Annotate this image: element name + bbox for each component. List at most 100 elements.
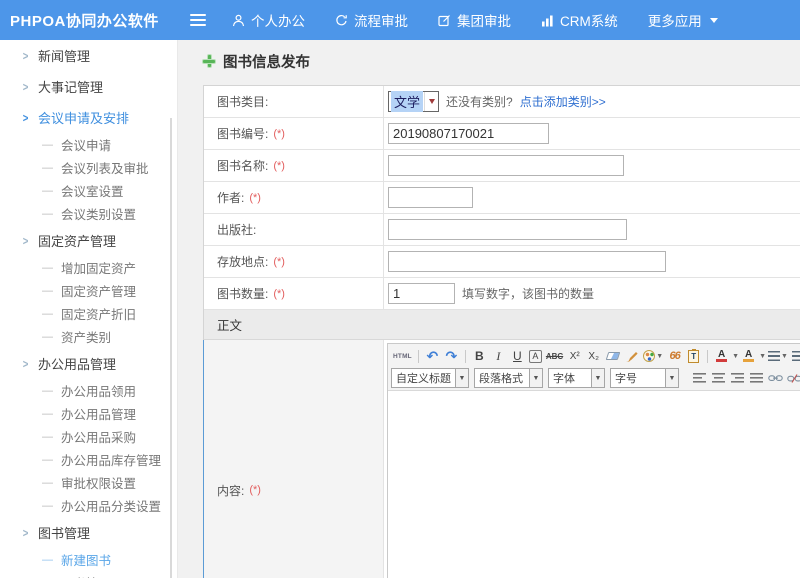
- align-left-button[interactable]: [690, 368, 709, 388]
- font-style-button[interactable]: A: [529, 350, 542, 363]
- main-content: 图书信息发布 图书类目: 文学 还没有类别? 点击添加类别>> 图书编号:(*)…: [178, 40, 800, 578]
- sidebar-item-meeting-category[interactable]: —会议类别设置: [0, 202, 177, 225]
- align-justify-button[interactable]: [747, 368, 766, 388]
- required-mark: (*): [249, 192, 261, 204]
- sidebar-item-asset-category[interactable]: —资产类别: [0, 325, 177, 348]
- superscript-button[interactable]: X²: [565, 346, 584, 366]
- sidebar-item-approval-permission[interactable]: —审批权限设置: [0, 471, 177, 494]
- sidebar-group-label: 固定资产管理: [38, 231, 116, 250]
- blockquote-button[interactable]: 66: [665, 346, 684, 366]
- dash-icon: —: [42, 208, 53, 220]
- highlight-color-button[interactable]: A: [739, 346, 758, 366]
- align-right-icon: [731, 373, 744, 383]
- sidebar-item-supplies-stock[interactable]: —办公用品库存管理: [0, 448, 177, 471]
- book-code-input[interactable]: [388, 123, 549, 144]
- italic-button[interactable]: I: [489, 346, 508, 366]
- sidebar-item-supplies-claim[interactable]: —办公用品领用: [0, 379, 177, 402]
- chevron-down-icon: ▼: [455, 369, 468, 387]
- sidebar-item-meeting-apply[interactable]: —会议申请: [0, 133, 177, 156]
- sidebar-group-news[interactable]: > 新闻管理: [0, 40, 177, 71]
- sidebar-group-supplies[interactable]: >办公用品管理: [0, 348, 177, 379]
- sidebar-item-supplies-purchase[interactable]: —办公用品采购: [0, 425, 177, 448]
- location-input[interactable]: [388, 251, 666, 272]
- sidebar-item-supplies-manage[interactable]: —办公用品管理: [0, 402, 177, 425]
- sidebar-scrollbar[interactable]: [170, 118, 172, 578]
- body-section-header: 正文: [204, 310, 800, 340]
- align-justify-icon: [750, 373, 763, 383]
- sidebar-group-assets[interactable]: >固定资产管理: [0, 225, 177, 256]
- strikethrough-button[interactable]: ABC: [544, 346, 565, 366]
- add-category-link[interactable]: 点击添加类别>>: [520, 93, 606, 110]
- align-center-icon: [712, 373, 725, 383]
- eraser-button[interactable]: [603, 346, 622, 366]
- sidebar-item-label: 会议申请: [61, 135, 111, 154]
- sidebar-group-meeting[interactable]: >会议申请及安排: [0, 102, 177, 133]
- sidebar-item-book-manage[interactable]: —图书管理: [0, 571, 177, 578]
- font-color-button[interactable]: A: [712, 346, 731, 366]
- sidebar-group-books[interactable]: >图书管理: [0, 517, 177, 548]
- unordered-list-icon: [792, 351, 800, 361]
- required-mark: (*): [273, 160, 285, 172]
- nav-label: 集团审批: [457, 10, 511, 30]
- paste-icon: T: [688, 350, 699, 363]
- sidebar-group-events[interactable]: >大事记管理: [0, 71, 177, 102]
- sidebar-item-meeting-room[interactable]: —会议室设置: [0, 179, 177, 202]
- unordered-list-button[interactable]: ▼: [790, 346, 800, 366]
- align-center-button[interactable]: [709, 368, 728, 388]
- underline-button[interactable]: U: [508, 346, 527, 366]
- nav-crm-system[interactable]: CRM系统: [541, 10, 618, 30]
- chevron-right-icon: >: [23, 111, 29, 125]
- font-family-dropdown[interactable]: 字体▼: [548, 368, 605, 388]
- editor-content-area[interactable]: [388, 391, 800, 578]
- source-code-button[interactable]: HTML: [391, 346, 414, 366]
- author-input[interactable]: [388, 187, 473, 208]
- chevron-right-icon: >: [23, 526, 29, 540]
- color-palette-button[interactable]: ▼: [641, 346, 665, 366]
- unlink-button[interactable]: [785, 368, 800, 388]
- sidebar-item-asset-depreciation[interactable]: —固定资产折旧: [0, 302, 177, 325]
- dash-icon: —: [42, 162, 53, 174]
- nav-more-apps[interactable]: 更多应用: [648, 10, 718, 30]
- align-left-icon: [693, 373, 706, 383]
- bold-button[interactable]: B: [470, 346, 489, 366]
- nav-workflow-approval[interactable]: 流程审批: [335, 10, 408, 30]
- sidebar-group-label: 新闻管理: [38, 46, 90, 65]
- align-right-button[interactable]: [728, 368, 747, 388]
- font-size-dropdown[interactable]: 字号▼: [610, 368, 679, 388]
- custom-title-dropdown[interactable]: 自定义标题▼: [391, 368, 469, 388]
- workflow-icon: [335, 14, 348, 27]
- sidebar-item-book-new[interactable]: —新建图书: [0, 548, 177, 571]
- subscript-button[interactable]: X₂: [584, 346, 603, 366]
- nav-personal-office[interactable]: 个人办公: [232, 10, 305, 30]
- dash-icon: —: [42, 500, 53, 512]
- book-name-input[interactable]: [388, 155, 624, 176]
- chevron-down-icon: ▼: [591, 369, 604, 387]
- paragraph-format-dropdown[interactable]: 段落格式▼: [474, 368, 543, 388]
- link-icon: [768, 373, 783, 383]
- category-select[interactable]: 文学: [388, 91, 439, 112]
- ordered-list-button[interactable]: ▼: [766, 346, 790, 366]
- sidebar-item-supplies-category[interactable]: — 办公用品分类设置: [0, 494, 177, 517]
- paste-plain-button[interactable]: T: [684, 346, 703, 366]
- format-brush-button[interactable]: [622, 346, 641, 366]
- nav-group-approval[interactable]: 集团审批: [438, 10, 511, 30]
- sidebar-item-label: 办公用品分类设置: [61, 496, 161, 515]
- quantity-input[interactable]: [388, 283, 455, 304]
- sidebar-item-asset-add[interactable]: —增加固定资产: [0, 256, 177, 279]
- insert-link-button[interactable]: [766, 368, 785, 388]
- chevron-down-icon: ▼: [529, 369, 542, 387]
- form-row-category: 图书类目: 文学 还没有类别? 点击添加类别>>: [204, 86, 800, 118]
- redo-button[interactable]: ↷: [442, 346, 461, 366]
- add-icon: [203, 55, 215, 67]
- sidebar-item-asset-manage[interactable]: —固定资产管理: [0, 279, 177, 302]
- chevron-right-icon: >: [23, 49, 29, 63]
- menu-toggle-icon[interactable]: [190, 14, 206, 26]
- font-color-swatch: [716, 359, 727, 362]
- name-label: 图书名称:: [217, 157, 268, 174]
- publisher-input[interactable]: [388, 219, 627, 240]
- undo-button[interactable]: ↶: [423, 346, 442, 366]
- sidebar-item-label: 办公用品库存管理: [61, 450, 161, 469]
- author-label: 作者:: [217, 189, 244, 206]
- sidebar-item-label: 办公用品领用: [61, 381, 136, 400]
- sidebar-item-meeting-list[interactable]: —会议列表及审批: [0, 156, 177, 179]
